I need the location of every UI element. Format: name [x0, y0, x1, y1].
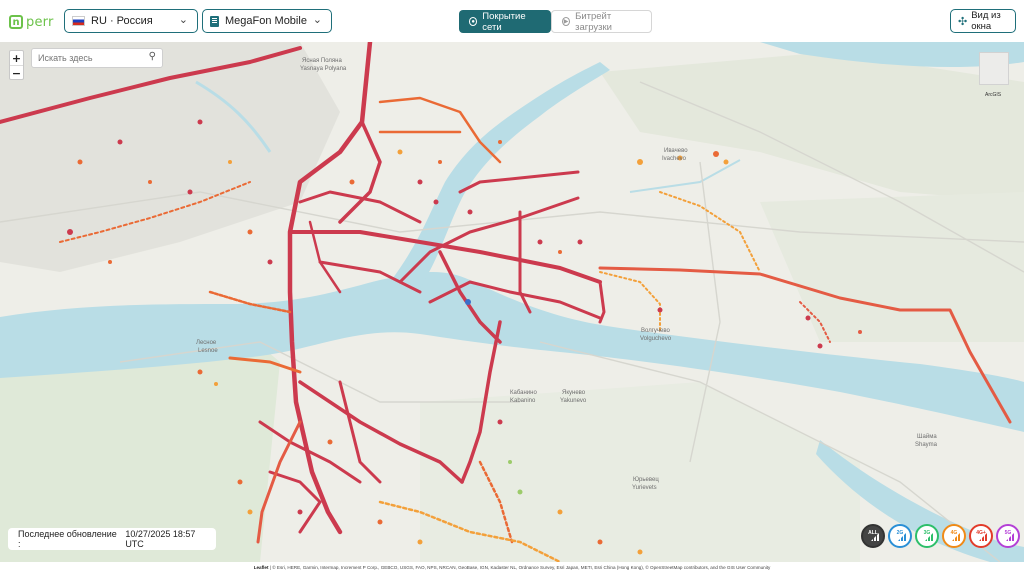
zoom-out-button[interactable]: − — [10, 66, 23, 80]
tab-label: Битрейт загрузки — [575, 10, 612, 33]
last-update-label: Последнее обновление : — [18, 529, 117, 549]
signal-icon: ● — [469, 17, 478, 26]
place-label: Ивачево — [664, 148, 688, 154]
place-label: Yasnaya Polyana — [300, 66, 347, 72]
filter-4g-button[interactable]: 4G — [942, 524, 966, 548]
filter-label: 5G — [1004, 530, 1012, 536]
logo-text: perr — [26, 14, 54, 30]
window-view-button[interactable]: ✣ Вид из окна — [950, 9, 1016, 33]
ru-flag-icon — [72, 16, 85, 26]
attribution-text: | © Esri, HERE, Garmin, Intermap, Increm… — [269, 565, 771, 570]
top-bar: n perr RU · Россия ⌄ MegaFon Mobile ⌄ ● … — [0, 0, 1024, 42]
place-label: Якунево — [562, 390, 586, 396]
operator-select-value: MegaFon Mobile — [225, 15, 307, 27]
last-update-box: Последнее обновление : 10/27/2025 18:57 … — [8, 528, 216, 550]
filter-all-button[interactable]: ALL — [861, 524, 885, 548]
place-label: Yakunevo — [560, 398, 587, 404]
chevron-down-icon: ⌄ — [312, 14, 322, 26]
tab-network-coverage[interactable]: ● Покрытие сети — [459, 10, 551, 33]
technology-filter: ALL 2G 3G 4G 4G+ 5G — [861, 524, 1020, 548]
place-label: Lesnoe — [198, 348, 218, 354]
country-select[interactable]: RU · Россия ⌄ — [64, 9, 198, 33]
place-label: Шайма — [917, 433, 937, 440]
country-select-value: RU · Россия — [91, 15, 153, 27]
search-input[interactable] — [38, 53, 138, 63]
place-label: Ясная Поляна — [302, 58, 342, 64]
window-view-icon: ✣ — [958, 15, 968, 28]
speed-icon: ▶ — [562, 17, 571, 26]
search-icon[interactable]: ⚲ — [149, 51, 156, 62]
filter-label: 3G — [923, 530, 931, 536]
place-label: Ivachevo — [662, 156, 687, 162]
map-canvas[interactable]: Ясная Поляна Yasnaya Polyana Лесное Lesn… — [0, 42, 1024, 562]
place-label: Кабанино — [510, 390, 537, 396]
place-label: Shayma — [915, 442, 938, 448]
last-update-value: 10/27/2025 18:57 UTC — [125, 529, 196, 549]
place-label: Лесное — [196, 340, 217, 346]
filter-3g-button[interactable]: 3G — [915, 524, 939, 548]
place-label: Юрьевец — [633, 477, 659, 483]
building-icon — [210, 15, 219, 27]
window-view-label: Вид из окна — [971, 10, 1001, 32]
place-label: Волгучево — [641, 328, 670, 334]
logo-mark-icon: n — [9, 15, 23, 29]
arcgis-label: ArcGIS — [985, 92, 1002, 98]
place-label: Yurievets — [632, 485, 657, 491]
filter-label: ALL — [868, 530, 878, 536]
map-attribution: Leaflet | © Esri, HERE, Garmin, Intermap… — [0, 562, 1024, 576]
filter-label: 4G — [950, 530, 958, 536]
minimap[interactable] — [979, 52, 1009, 85]
tab-label: Покрытие сети — [482, 10, 526, 33]
operator-select[interactable]: MegaFon Mobile ⌄ — [202, 9, 332, 33]
filter-4g-plus-button[interactable]: 4G+ — [969, 524, 993, 548]
map-search[interactable]: ⚲ — [31, 48, 163, 68]
filter-2g-button[interactable]: 2G — [888, 524, 912, 548]
app-logo: n perr — [9, 12, 69, 32]
tab-download-bitrate[interactable]: ▶ Битрейт загрузки — [551, 10, 652, 33]
zoom-in-button[interactable]: + — [10, 51, 23, 66]
filter-label: 2G — [896, 530, 904, 536]
place-label: Volguchevo — [640, 336, 672, 342]
leaflet-link[interactable]: Leaflet — [254, 565, 269, 570]
filter-label: 4G+ — [976, 530, 986, 536]
coverage-map[interactable]: Ясная Поляна Yasnaya Polyana Лесное Lesn… — [0, 42, 1024, 562]
zoom-control: + − — [9, 50, 24, 80]
chevron-down-icon: ⌄ — [178, 14, 188, 26]
filter-5g-button[interactable]: 5G — [996, 524, 1020, 548]
place-label: Kabanino — [510, 398, 536, 404]
